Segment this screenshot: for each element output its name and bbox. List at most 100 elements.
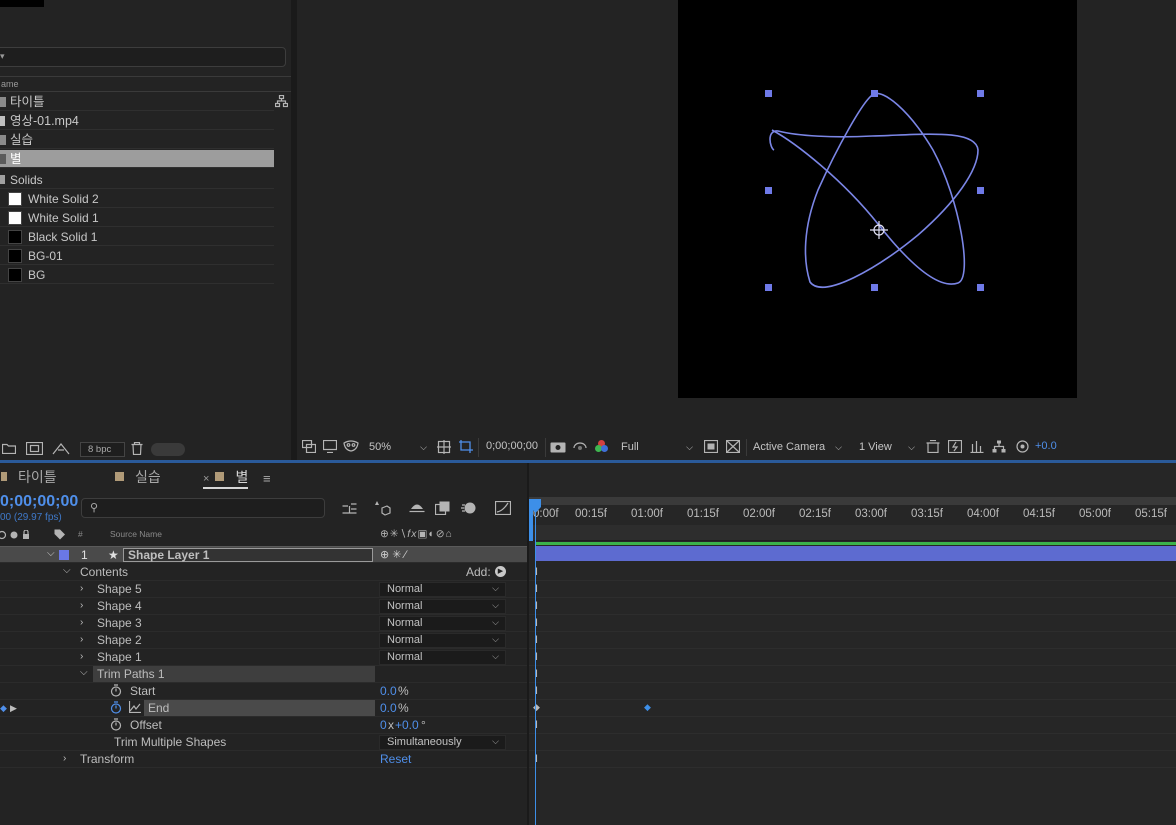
bit-depth-button[interactable]: 8 bpc [80,442,125,457]
keyframe-diamond[interactable]: ◆ [644,702,651,713]
chevron-right-icon[interactable]: › [80,615,83,631]
trim-offset-row[interactable]: Offset 0 x +0.0 ° [0,717,527,734]
tab-comp-practice[interactable]: 실습 [115,467,161,487]
offset-revolutions-value[interactable]: 0 [380,717,387,733]
resolution-dropdown[interactable]: Full ⌵ [617,439,697,456]
transform-row[interactable]: › Transform Reset [0,751,527,768]
layer-label-color[interactable] [59,550,69,560]
current-time-code[interactable]: 0;00;00;00 [0,493,78,511]
star-shape-path[interactable] [678,0,1077,398]
keyframe-navigator-prev-icon[interactable]: ◆ [0,700,7,716]
shape-group-row[interactable]: › Shape 5 Normal ⌵ [0,581,527,598]
chevron-right-icon[interactable]: › [80,632,83,648]
trim-multiple-shapes-dropdown[interactable]: Simultaneously ⌵ [379,735,506,750]
chevron-down-icon[interactable]: ⌵ [63,563,71,579]
blend-mode-dropdown[interactable]: Normal ⌵ [379,616,506,631]
composition-canvas[interactable] [678,0,1077,398]
timeline-track-area[interactable]: 0:00f 00:15f 01:00f 01:15f 02:00f 02:15f… [527,463,1176,825]
chevron-right-icon[interactable]: › [63,751,66,767]
chevron-down-icon[interactable]: ⌵ [47,546,55,562]
new-composition-icon[interactable] [25,441,44,458]
project-name-column-header[interactable]: ame [0,76,291,92]
camera-dropdown[interactable]: Active Camera ⌵ [746,439,846,456]
chevron-right-icon[interactable]: › [80,649,83,665]
stopwatch-icon[interactable] [110,701,122,718]
stopwatch-icon[interactable] [110,684,122,701]
blend-mode-dropdown[interactable]: Normal ⌵ [379,650,506,665]
graph-editor-icon[interactable] [494,500,512,518]
chevron-down-icon[interactable]: ⌵ [80,665,88,681]
thumbnail-scroll-toggle[interactable] [151,443,185,456]
project-item-solid[interactable]: BG [0,266,274,284]
project-item-footage[interactable]: 영상-01.mp4 [0,112,274,130]
blend-mode-dropdown[interactable]: Normal ⌵ [379,633,506,648]
show-snapshot-icon[interactable] [572,440,588,456]
current-time-display[interactable]: 0;00;00;00 [478,438,546,457]
chevron-right-icon[interactable]: › [80,598,83,614]
work-area-start-handle[interactable] [529,499,533,541]
stopwatch-icon[interactable] [110,718,122,735]
project-item-comp-selected[interactable]: 별 [0,150,274,168]
layer-row-shape-layer-1[interactable]: ⌵ 1 ★ Shape Layer 1 ⊕ ✳ ∕ [0,546,527,563]
project-item-solid[interactable]: White Solid 2 [0,190,274,208]
reset-exposure-icon[interactable] [1016,440,1029,456]
shape-group-row[interactable]: › Shape 2 Normal ⌵ [0,632,527,649]
layer-duration-bar[interactable] [535,546,1176,561]
tab-comp-star[interactable]: × 별 [203,467,249,489]
trim-start-row[interactable]: Start 0.0 % [0,683,527,700]
project-item-comp[interactable]: 실습 [0,131,274,149]
snapshot-camera-icon[interactable] [550,440,566,456]
trim-multiple-shapes-row[interactable]: Trim Multiple Shapes Simultaneously ⌵ [0,734,527,751]
flowchart-icon[interactable] [274,94,289,111]
playhead-line[interactable] [535,505,536,825]
start-value[interactable]: 0.0 [380,683,397,699]
panel-menu-icon[interactable]: ≡ [263,471,271,486]
timeline-search-input[interactable]: ⚲ [81,498,325,518]
project-item-solid[interactable]: BG-01 [0,247,274,265]
shape-group-row[interactable]: › Shape 4 Normal ⌵ [0,598,527,615]
fast-previews-icon[interactable] [947,439,963,456]
project-item-comp[interactable]: 타이틀 [0,93,274,111]
flowchart-icon[interactable] [992,440,1006,456]
trim-paths-name[interactable]: Trim Paths 1 [93,666,375,682]
graph-icon[interactable] [128,701,141,717]
close-icon[interactable]: × [203,473,209,485]
composition-mini-flowchart-icon[interactable] [342,503,357,518]
view-layout-dropdown[interactable]: 1 View ⌵ [853,439,919,456]
transform-reset-link[interactable]: Reset [380,751,411,767]
chevron-right-icon[interactable]: › [80,581,83,597]
shape-group-row[interactable]: › Shape 3 Normal ⌵ [0,615,527,632]
region-of-interest-icon[interactable] [703,439,719,456]
timeline-toggle-icon[interactable] [970,440,984,456]
trim-end-row[interactable]: ◆ ▶ End 0.0 % [0,700,527,717]
keyframe-navigator-next-icon[interactable]: ▶ [10,700,17,716]
trash-icon[interactable] [131,441,143,458]
monitor-icon[interactable] [322,439,338,456]
interpret-footage-icon[interactable] [52,442,70,458]
source-name-header[interactable]: Source Name [110,529,162,539]
exposure-value[interactable]: +0.0 [1035,440,1057,452]
blend-mode-dropdown[interactable]: Normal ⌵ [379,599,506,614]
title-action-safe-icon[interactable] [437,440,451,457]
trim-paths-row[interactable]: ⌵ Trim Paths 1 [0,666,527,683]
project-folder-solids[interactable]: Solids [0,171,274,189]
folder-icon[interactable] [1,443,17,457]
shy-layers-icon[interactable] [409,501,425,518]
always-preview-icon[interactable] [301,439,317,456]
project-item-solid[interactable]: Black Solid 1 [0,228,274,246]
project-item-solid[interactable]: White Solid 1 [0,209,274,227]
transparency-grid-icon[interactable] [725,439,741,456]
blend-mode-dropdown[interactable]: Normal ⌵ [379,582,506,597]
motion-blur-icon[interactable] [461,501,477,518]
target-region-icon[interactable] [458,439,474,457]
end-value[interactable]: 0.0 [380,700,397,716]
offset-degrees-value[interactable]: +0.0 [395,717,419,733]
magnification-dropdown[interactable]: 50% ⌵ [369,439,431,456]
project-search-input[interactable]: ▾ [0,47,286,67]
add-shape-button[interactable]: ▶ [495,566,506,577]
contents-group-row[interactable]: ⌵ Contents Add: ▶ [0,564,527,581]
frame-blending-icon[interactable] [434,501,451,518]
layer-name-field[interactable]: Shape Layer 1 [123,548,373,562]
shape-group-row[interactable]: › Shape 1 Normal ⌵ [0,649,527,666]
draft-3d-icon[interactable] [374,500,391,520]
